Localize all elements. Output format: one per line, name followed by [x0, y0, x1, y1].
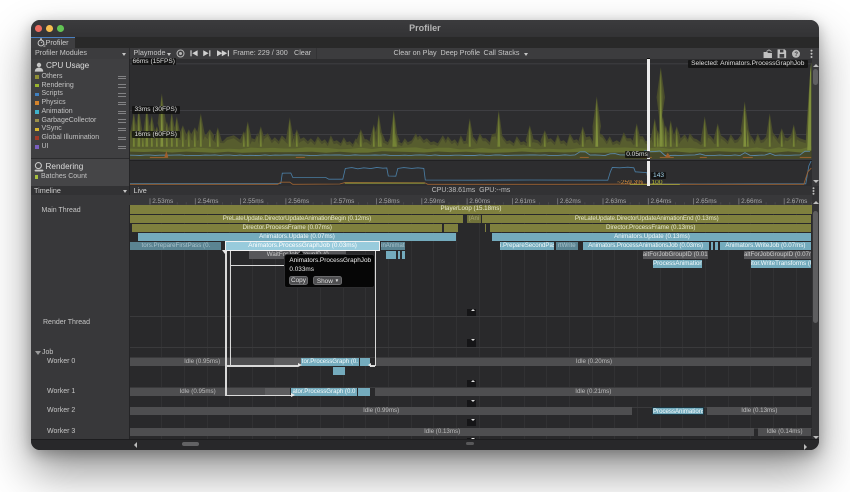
- svg-text:2.64ms: 2.64ms: [651, 198, 672, 205]
- svg-text:?: ?: [794, 52, 798, 58]
- svg-text:2.62ms: 2.62ms: [560, 198, 581, 205]
- svg-text:2.59ms: 2.59ms: [424, 198, 445, 205]
- svg-text:2.66ms: 2.66ms: [741, 198, 762, 205]
- svg-text:2.54ms: 2.54ms: [198, 198, 219, 205]
- svg-text:2.63ms: 2.63ms: [605, 198, 626, 205]
- svg-text:2.53ms: 2.53ms: [152, 198, 173, 205]
- svg-text:2.60ms: 2.60ms: [470, 198, 491, 205]
- svg-text:2.57ms: 2.57ms: [334, 198, 355, 205]
- svg-text:2.55ms: 2.55ms: [243, 198, 264, 205]
- svg-text:2.65ms: 2.65ms: [696, 198, 717, 205]
- svg-text:2.56ms: 2.56ms: [288, 198, 309, 205]
- svg-text:2.58ms: 2.58ms: [379, 198, 400, 205]
- svg-text:2.61ms: 2.61ms: [515, 198, 536, 205]
- svg-text:2: 2: [43, 43, 46, 47]
- svg-text:2.67ms: 2.67ms: [787, 198, 808, 205]
